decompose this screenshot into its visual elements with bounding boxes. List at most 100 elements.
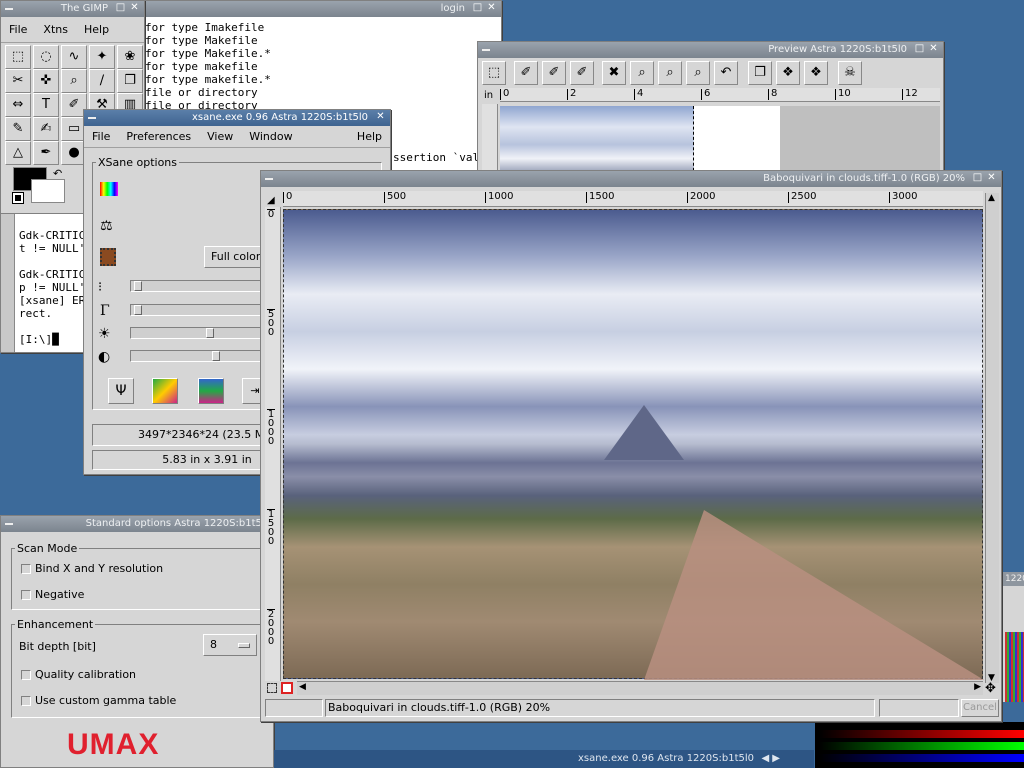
zoom-out-icon[interactable]: ⌕	[630, 61, 654, 85]
login-titlebar[interactable]: login □ ✕	[143, 1, 501, 17]
taskbar-arrows-icon[interactable]: ◀ ▶	[761, 750, 780, 768]
window-menu-icon[interactable]	[5, 523, 13, 525]
image-menu-arrow-icon[interactable]: ◢	[267, 195, 275, 206]
transform-icon[interactable]: ❐	[117, 69, 143, 93]
scroll-right-icon[interactable]: ▶	[974, 682, 981, 692]
ink-icon[interactable]: ✒	[33, 141, 59, 165]
navigate-icon[interactable]: ✥	[985, 681, 996, 696]
minimize-icon[interactable]: □	[115, 3, 126, 14]
preview-window[interactable]: Preview Astra 1220S:b1t5l0 □ ✕ ⬚ ✐ ✐ ✐ ✖ ⌕ ⌕ ⌕ ↶ ❐ ❖…	[477, 41, 944, 176]
auto-raster-icon[interactable]: ❖	[776, 61, 800, 85]
zoom-undo-icon[interactable]: ⌕	[686, 61, 710, 85]
ellipse-select-icon[interactable]: ◌	[33, 45, 59, 69]
window-menu-icon[interactable]	[88, 117, 96, 119]
image-window[interactable]: Baboquivari in clouds.tiff-1.0 (RGB) 20%…	[260, 170, 1002, 722]
crop-icon[interactable]: ∕	[89, 69, 115, 93]
zoom-in-icon[interactable]: ⌕	[658, 61, 682, 85]
magnify-icon[interactable]: ⌕	[61, 69, 87, 93]
right-partial-window[interactable]: 1220	[1002, 572, 1024, 702]
select-area-icon[interactable]: ⬚	[482, 61, 506, 85]
image-titlebar[interactable]: Baboquivari in clouds.tiff-1.0 (RGB) 20%…	[261, 171, 1001, 187]
custom-gamma-checkbox[interactable]	[21, 696, 31, 706]
pipette-white-icon[interactable]: ✐	[514, 61, 538, 85]
background-color-swatch[interactable]	[31, 179, 65, 203]
gimp-menu-file[interactable]: File	[1, 23, 35, 36]
close-icon[interactable]: ✕	[986, 173, 997, 184]
default-colors-icon[interactable]	[12, 192, 24, 204]
histogram-button[interactable]: Ψ	[108, 378, 134, 404]
scissors-select-icon[interactable]: ✂	[5, 69, 31, 93]
convolve-icon[interactable]: △	[5, 141, 31, 165]
pipette-gray-icon[interactable]: ✐	[542, 61, 566, 85]
gamma-slider-knob[interactable]	[133, 305, 142, 315]
minimize-icon[interactable]: □	[972, 173, 983, 184]
gimp-menu-xtns[interactable]: Xtns	[35, 23, 76, 36]
image-hscrollbar[interactable]: ◀ ▶	[297, 681, 983, 695]
negative-checkbox[interactable]	[21, 590, 31, 600]
minimize-icon[interactable]: □	[914, 44, 925, 55]
gimp-menu-help[interactable]: Help	[76, 23, 117, 36]
taskbar[interactable]: xsane.exe 0.96 Astra 1220S:b1t5l0 ◀ ▶	[274, 750, 814, 768]
fuzzy-select-icon[interactable]: ✦	[89, 45, 115, 69]
flip-icon[interactable]: ⇔	[5, 93, 31, 117]
window-menu-icon[interactable]	[482, 49, 490, 51]
preview-titlebar[interactable]: Preview Astra 1220S:b1t5l0 □ ✕	[478, 42, 943, 58]
autoselect-icon[interactable]: ✖	[602, 61, 626, 85]
contrast-icon: ◐	[98, 349, 111, 365]
default-enhance-button[interactable]	[198, 378, 224, 404]
cancel-button[interactable]: Cancel	[961, 699, 999, 717]
paintbrush-icon[interactable]: ✍	[33, 117, 59, 141]
dropdown-icon	[238, 643, 250, 648]
delete-images-icon[interactable]: ☠	[838, 61, 862, 85]
xsane-menu-window[interactable]: Window	[241, 130, 300, 143]
brightness-slider[interactable]	[130, 327, 270, 339]
scroll-left-icon[interactable]: ◀	[299, 682, 306, 692]
quickmask-off-icon[interactable]	[281, 682, 293, 694]
auto-raster-2-icon[interactable]: ❖	[804, 61, 828, 85]
close-icon[interactable]: ✕	[486, 3, 497, 14]
xsane-titlebar[interactable]: xsane.exe 0.96 Astra 1220S:b1t5l0 ✕	[84, 110, 390, 126]
move-icon[interactable]: ✜	[33, 69, 59, 93]
pencil-icon[interactable]: ✎	[5, 117, 31, 141]
bezier-select-icon[interactable]: ❀	[117, 45, 143, 69]
rect-select-icon[interactable]: ⬚	[5, 45, 31, 69]
quality-calibration-checkbox[interactable]	[21, 670, 31, 680]
contrast-slider-knob[interactable]	[211, 351, 220, 361]
console-window[interactable]: Gdk-CRITICA t != NULL' Gdk-CRITICA p != NUL…	[0, 213, 90, 353]
window-menu-icon[interactable]	[265, 178, 273, 180]
preview-image[interactable]	[500, 106, 694, 175]
image-canvas[interactable]	[283, 209, 984, 680]
full-area-icon[interactable]: ❐	[748, 61, 772, 85]
swap-colors-icon[interactable]: ↶	[53, 167, 62, 180]
image-vscrollbar[interactable]: ▲ ▼	[985, 193, 999, 683]
free-select-icon[interactable]: ∿	[61, 45, 87, 69]
standard-titlebar[interactable]: Standard options Astra 1220S:b1t5l0	[1, 516, 273, 532]
xsane-menu-preferences[interactable]: Preferences	[118, 130, 199, 143]
console-scrollbar[interactable]	[1, 214, 15, 352]
xsane-menu-file[interactable]: File	[84, 130, 118, 143]
resolution-slider-knob[interactable]	[133, 281, 142, 291]
resolution-slider[interactable]	[130, 280, 270, 292]
contrast-slider[interactable]	[130, 350, 270, 362]
xsane-menu-help[interactable]: Help	[349, 130, 390, 143]
bind-xy-checkbox[interactable]	[21, 564, 31, 574]
pipette-black-icon[interactable]: ✐	[570, 61, 594, 85]
text-icon[interactable]: T	[33, 93, 59, 117]
close-icon[interactable]: ✕	[375, 112, 386, 123]
xsane-menu-view[interactable]: View	[199, 130, 241, 143]
mountain-shape	[604, 405, 684, 460]
gimp-titlebar[interactable]: The GIMP □ ✕	[1, 1, 144, 17]
minimize-icon[interactable]: □	[472, 3, 483, 14]
taskbar-entry[interactable]: xsane.exe 0.96 Astra 1220S:b1t5l0	[578, 750, 754, 768]
close-icon[interactable]: ✕	[928, 44, 939, 55]
standard-options-window[interactable]: Standard options Astra 1220S:b1t5l0 Scan…	[0, 515, 274, 768]
close-icon[interactable]: ✕	[129, 3, 140, 14]
gamma-slider[interactable]	[130, 304, 270, 316]
auto-enhance-button[interactable]	[152, 378, 178, 404]
bit-depth-select[interactable]: 8	[203, 634, 257, 656]
undo-icon[interactable]: ↶	[714, 61, 738, 85]
window-menu-icon[interactable]	[5, 8, 13, 10]
scroll-up-icon[interactable]: ▲	[988, 193, 995, 203]
brightness-slider-knob[interactable]	[206, 328, 215, 338]
quickmask-icon[interactable]	[267, 683, 277, 693]
